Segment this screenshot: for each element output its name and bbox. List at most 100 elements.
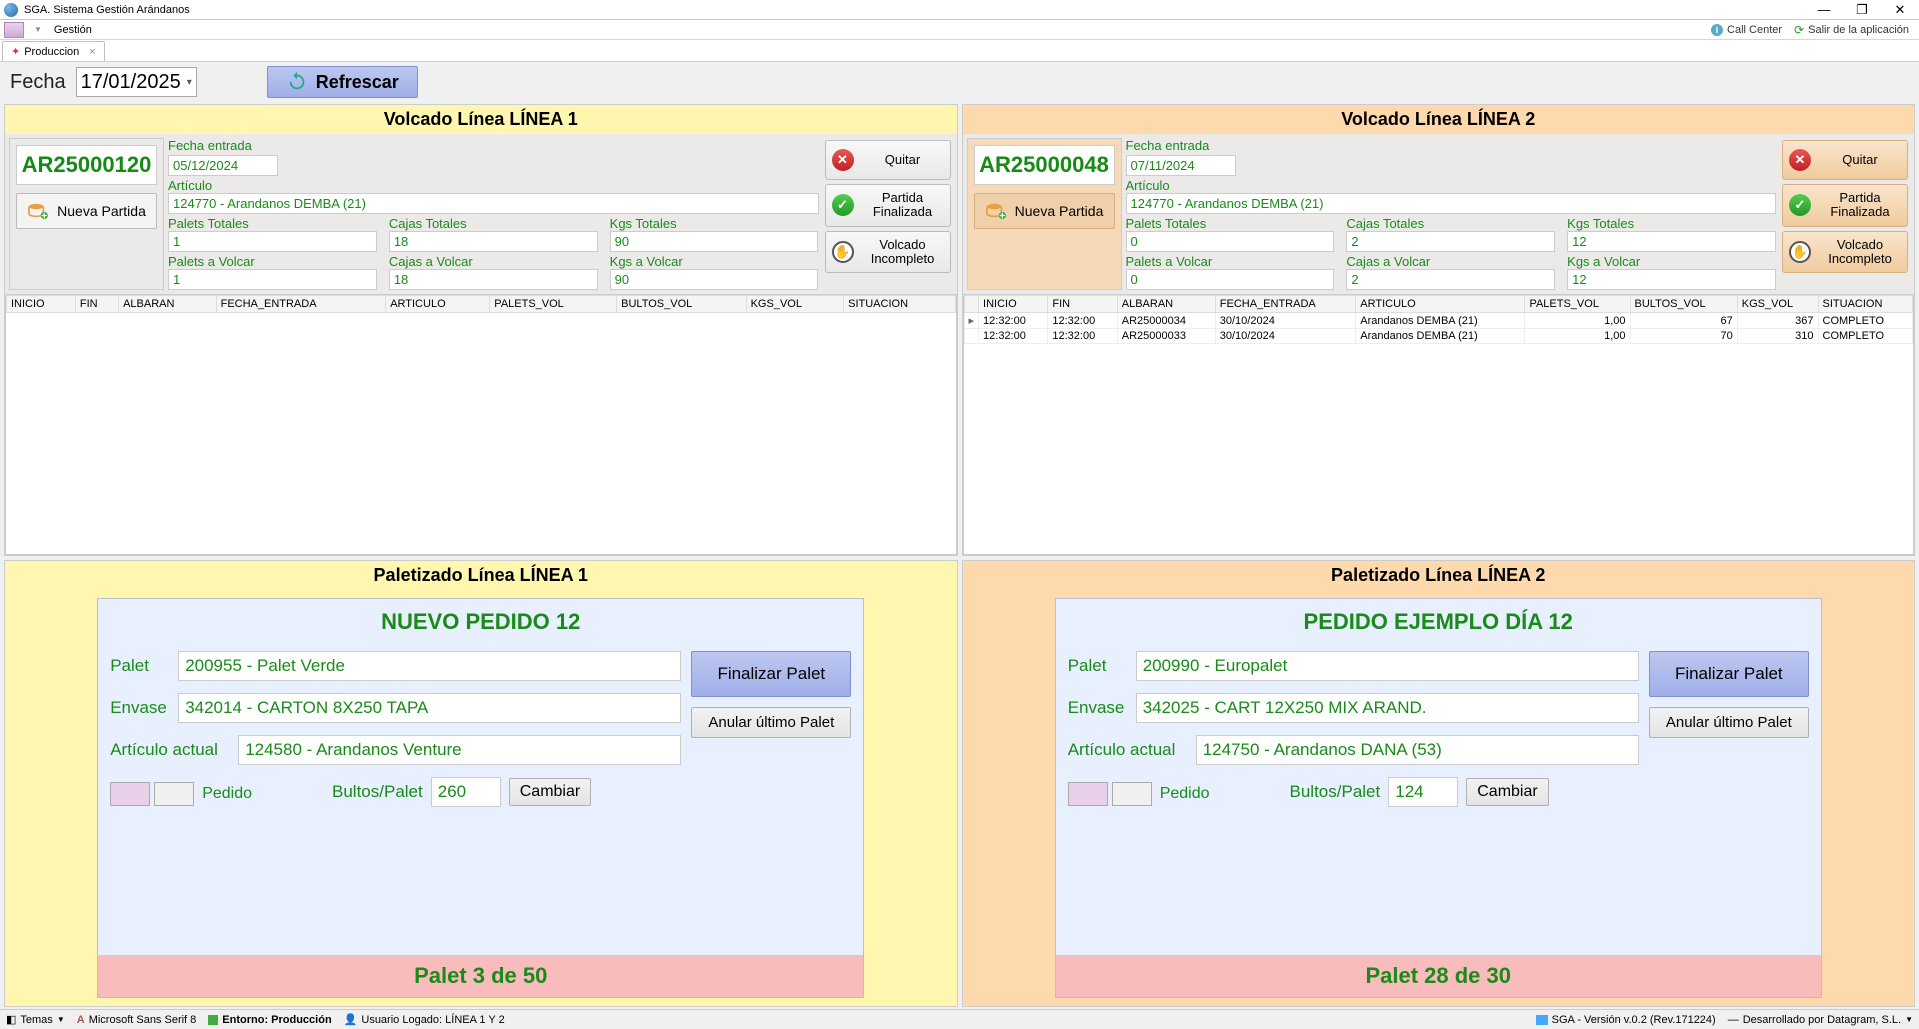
info-icon: i (1711, 24, 1723, 36)
l1-palet: 200955 - Palet Verde (178, 651, 681, 681)
l2-table[interactable]: INICIOFIN ALBARANFECHA_ENTRADA ARTICULOP… (963, 294, 1915, 555)
menubar: ▼ Gestión i Call Center ⟳ Salir de la ap… (0, 20, 1919, 40)
l1-bultos-input[interactable]: 260 (431, 777, 501, 807)
font-indicator[interactable]: AMicrosoft Sans Serif 8 (77, 1014, 197, 1026)
paletizado-l2-header: Paletizado Línea LÍNEA 2 (963, 561, 1915, 590)
callcenter-link[interactable]: i Call Center (1705, 22, 1788, 38)
l2-fecha-entrada: 07/11/2024 (1126, 155, 1236, 176)
l2-articulo: 124770 - Arandanos DEMBA (21) (1126, 193, 1777, 214)
l1-articulo: 124770 - Arandanos DEMBA (21) (168, 193, 819, 214)
l1-pedido-color2[interactable] (154, 782, 194, 806)
l1-palets-volcar: 1 (168, 269, 377, 290)
l2-cambiar-button[interactable]: Cambiar (1466, 778, 1548, 806)
datepicker-arrow-icon[interactable]: ▾ (187, 77, 192, 88)
entorno-indicator: Entorno: Producción (208, 1014, 331, 1026)
l2-palet: 200990 - Europalet (1136, 651, 1639, 681)
volcado-linea1-panel: Volcado Línea LÍNEA 1 AR25000120 Nueva P… (4, 104, 958, 556)
version-indicator: SGA - Versión v.0.2 (Rev.171224) (1536, 1014, 1716, 1026)
app-logo-icon (4, 3, 18, 17)
l1-partida-finalizada-button[interactable]: ✓Partida Finalizada (825, 184, 951, 227)
stop-icon: ✋ (1789, 241, 1811, 263)
refrescar-button[interactable]: Refrescar (267, 66, 418, 98)
tab-produccion[interactable]: ✦ Produccion × (2, 41, 105, 61)
database-add-icon (985, 202, 1007, 220)
l2-volcado-incompleto-button[interactable]: ✋Volcado Incompleto (1782, 231, 1908, 274)
volcado-l1-header: Volcado Línea LÍNEA 1 (5, 105, 957, 134)
refresh-icon (286, 71, 308, 93)
l1-cajas-totales: 18 (389, 231, 598, 252)
l2-partida-id: AR25000048 (974, 145, 1115, 185)
l1-pedido-title: NUEVO PEDIDO 12 (98, 599, 863, 651)
close-window-button[interactable]: ✕ (1885, 1, 1915, 19)
refresh-icon: ⟳ (1794, 23, 1804, 37)
statusbar: ◧Temas▼ AMicrosoft Sans Serif 8 Entorno:… (0, 1009, 1919, 1029)
stop-icon: ✋ (832, 241, 854, 263)
salir-link[interactable]: ⟳ Salir de la aplicación (1788, 21, 1915, 39)
l1-finalizar-palet-button[interactable]: Finalizar Palet (691, 651, 851, 697)
l2-articulo-actual: 124750 - Arandanos DANA (53) (1196, 735, 1639, 765)
l1-pedido-color1[interactable] (110, 782, 150, 806)
maximize-button[interactable]: ❐ (1847, 1, 1877, 19)
l1-anular-palet-button[interactable]: Anular último Palet (691, 707, 851, 738)
l1-quitar-button[interactable]: ✕Quitar (825, 140, 951, 180)
l2-finalizar-palet-button[interactable]: Finalizar Palet (1649, 651, 1809, 697)
l1-articulo-actual: 124580 - Arandanos Venture (238, 735, 681, 765)
l2-pedido-color2[interactable] (1112, 782, 1152, 806)
remove-icon: ✕ (832, 149, 854, 171)
l1-palet-counter: Palet 3 de 50 (98, 955, 863, 997)
l1-envase: 342014 - CARTON 8X250 TAPA (178, 693, 681, 723)
check-icon: ✓ (832, 194, 854, 216)
volcado-linea2-panel: Volcado Línea LÍNEA 2 AR25000048 Nueva P… (962, 104, 1916, 556)
dev-indicator[interactable]: — Desarrollado por Datagram, S.L. ▼ (1728, 1014, 1913, 1026)
l2-cajas-totales: 2 (1346, 231, 1555, 252)
menu-gestion[interactable]: Gestión (48, 22, 98, 38)
l2-anular-palet-button[interactable]: Anular último Palet (1649, 707, 1809, 738)
menu-dropdown-icon[interactable]: ▼ (34, 25, 42, 34)
l1-nueva-partida-button[interactable]: Nueva Partida (16, 193, 157, 229)
l1-partida-id: AR25000120 (16, 145, 157, 185)
l1-palets-totales: 1 (168, 231, 377, 252)
paletizado-linea2-panel: Paletizado Línea LÍNEA 2 PEDIDO EJEMPLO … (962, 560, 1916, 1008)
l2-palet-counter: Palet 28 de 30 (1056, 955, 1821, 997)
l2-kgs-volcar: 12 (1567, 269, 1776, 290)
l2-bultos-input[interactable]: 124 (1388, 777, 1458, 807)
produccion-tab-icon: ✦ (11, 45, 20, 58)
l2-pedido-title: PEDIDO EJEMPLO DÍA 12 (1056, 599, 1821, 651)
volcado-l2-header: Volcado Línea LÍNEA 2 (963, 105, 1915, 134)
fecha-label: Fecha (10, 71, 66, 94)
l1-volcado-incompleto-button[interactable]: ✋Volcado Incompleto (825, 231, 951, 274)
l2-partida-finalizada-button[interactable]: ✓Partida Finalizada (1782, 184, 1908, 227)
l2-nueva-partida-button[interactable]: Nueva Partida (974, 193, 1115, 229)
temas-menu[interactable]: ◧Temas▼ (6, 1013, 65, 1026)
toolbar: Fecha 17/01/2025 ▾ Refrescar (0, 62, 1919, 102)
l2-envase: 342025 - CART 12X250 MIX ARAND. (1136, 693, 1639, 723)
remove-icon: ✕ (1789, 149, 1811, 171)
l1-kgs-volcar: 90 (610, 269, 819, 290)
paletizado-l1-header: Paletizado Línea LÍNEA 1 (5, 561, 957, 590)
minimize-button[interactable]: — (1809, 1, 1839, 19)
titlebar: SGA. Sistema Gestión Arándanos — ❐ ✕ (0, 0, 1919, 20)
l2-pedido-color1[interactable] (1068, 782, 1108, 806)
app-menu-icon[interactable] (4, 22, 24, 38)
l2-kgs-totales: 12 (1567, 231, 1776, 252)
table-row[interactable]: ▸12:32:0012:32:00AR2500003430/10/2024Ara… (964, 313, 1913, 329)
l2-cajas-volcar: 2 (1346, 269, 1555, 290)
l2-palets-totales: 0 (1126, 231, 1335, 252)
usuario-indicator: 👤Usuario Logado: LÍNEA 1 Y 2 (344, 1013, 505, 1026)
main-grid: Volcado Línea LÍNEA 1 AR25000120 Nueva P… (0, 102, 1919, 1009)
l2-quitar-button[interactable]: ✕Quitar (1782, 140, 1908, 180)
fecha-picker[interactable]: 17/01/2025 ▾ (76, 67, 197, 97)
table-row[interactable]: 12:32:0012:32:00AR2500003330/10/2024Aran… (964, 329, 1913, 344)
tab-close-icon[interactable]: × (89, 46, 95, 58)
paletizado-linea1-panel: Paletizado Línea LÍNEA 1 NUEVO PEDIDO 12… (4, 560, 958, 1008)
l1-fecha-entrada: 05/12/2024 (168, 155, 278, 176)
database-add-icon (27, 202, 49, 220)
l1-cambiar-button[interactable]: Cambiar (509, 778, 591, 806)
l1-kgs-totales: 90 (610, 231, 819, 252)
tabrow: ✦ Produccion × (0, 40, 1919, 62)
l1-cajas-volcar: 18 (389, 269, 598, 290)
l2-palets-volcar: 0 (1126, 269, 1335, 290)
l1-table[interactable]: INICIOFIN ALBARANFECHA_ENTRADA ARTICULOP… (5, 294, 957, 555)
check-icon: ✓ (1789, 194, 1811, 216)
app-title: SGA. Sistema Gestión Arándanos (24, 4, 1809, 16)
